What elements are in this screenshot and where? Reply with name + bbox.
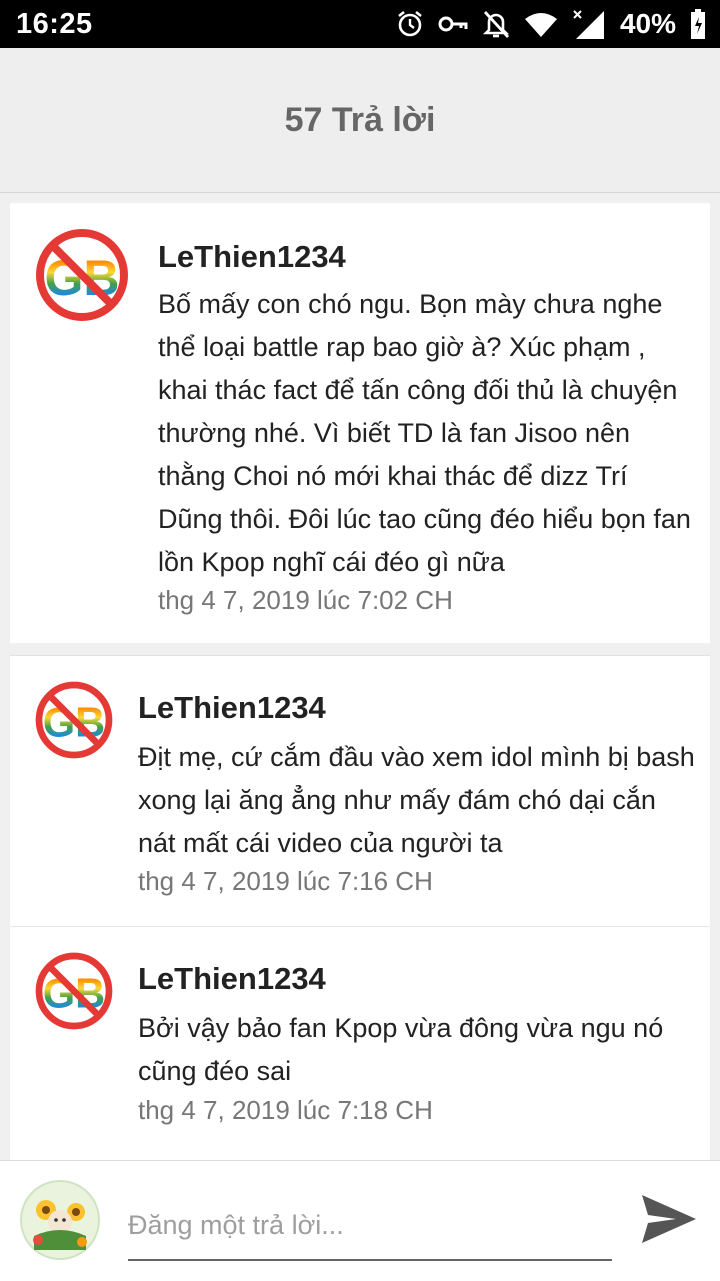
no-gb-logo-icon: GB bbox=[34, 227, 130, 323]
status-icons: 40% bbox=[396, 6, 706, 42]
comment-item: GB LeThien1234 Địt mẹ, cứ cắm đầu vào xe… bbox=[10, 656, 710, 926]
status-time: 16:25 bbox=[16, 8, 93, 40]
battery-level: 40% bbox=[619, 8, 676, 39]
alarm-icon bbox=[398, 10, 422, 37]
replies-list[interactable]: GB LeThien1234 Bố mấy con chó ngu. Bọn m… bbox=[0, 193, 720, 1160]
no-gb-logo-icon: GB bbox=[34, 680, 114, 760]
comment-username[interactable]: LeThien1234 bbox=[158, 239, 346, 275]
no-gb-logo-icon: GB bbox=[34, 951, 114, 1031]
notifications-off-icon bbox=[482, 11, 510, 38]
page-title: 57 Trả lời bbox=[284, 100, 436, 139]
comment-text: Địt mẹ, cứ cắm đầu vào xem idol mình bị … bbox=[138, 742, 695, 858]
send-icon[interactable] bbox=[638, 1191, 700, 1247]
signal-icon bbox=[573, 10, 604, 39]
comment-text: Bởi vậy bảo fan Kpop vừa đông vừa ngu nó… bbox=[138, 1013, 664, 1086]
battery-icon bbox=[691, 9, 705, 39]
avatar[interactable]: GB bbox=[34, 680, 114, 760]
key-icon bbox=[438, 16, 468, 32]
reply-input[interactable] bbox=[128, 1197, 612, 1253]
comment-timestamp: thg 4 7, 2019 lúc 7:16 CH bbox=[138, 866, 433, 896]
reply-input-wrapper bbox=[128, 1197, 612, 1261]
comment-card: GB LeThien1234 Bố mấy con chó ngu. Bọn m… bbox=[10, 203, 710, 643]
comment-item: GB LeThien1234 Bởi vậy bảo fan Kpop vừa … bbox=[10, 927, 710, 1160]
comment-timestamp: thg 4 7, 2019 lúc 7:02 CH bbox=[158, 585, 453, 615]
replies-header: 57 Trả lời bbox=[0, 48, 720, 193]
avatar[interactable]: GB bbox=[34, 951, 114, 1031]
comment-username[interactable]: LeThien1234 bbox=[138, 690, 326, 726]
comment-text: Bố mấy con chó ngu. Bọn mày chưa nghe th… bbox=[158, 289, 691, 577]
sunflower-avatar-icon bbox=[20, 1180, 100, 1260]
status-bar: 16:25 40% bbox=[0, 0, 720, 48]
avatar[interactable]: GB bbox=[34, 227, 130, 323]
comment-thread-card: GB LeThien1234 Địt mẹ, cứ cắm đầu vào xe… bbox=[10, 655, 710, 1160]
current-user-avatar[interactable] bbox=[20, 1180, 100, 1260]
comment-timestamp: thg 4 7, 2019 lúc 7:18 CH bbox=[138, 1095, 433, 1125]
comment-username[interactable]: LeThien1234 bbox=[138, 961, 326, 997]
wifi-icon bbox=[524, 13, 557, 37]
reply-composer bbox=[0, 1160, 720, 1281]
